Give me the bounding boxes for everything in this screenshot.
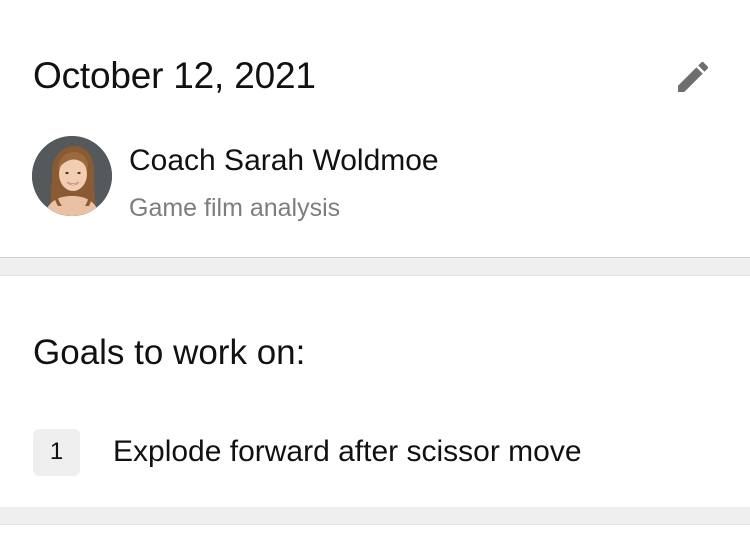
goal-text: Explode forward after scissor move bbox=[113, 435, 582, 468]
section-divider bbox=[0, 258, 750, 275]
goal-number-badge: 1 bbox=[33, 428, 80, 476]
goals-heading: Goals to work on: bbox=[33, 333, 306, 372]
edit-button[interactable] bbox=[668, 52, 718, 102]
pencil-icon bbox=[678, 61, 709, 92]
section-divider-bottom bbox=[0, 507, 750, 524]
session-subtitle: Game film analysis bbox=[129, 194, 341, 222]
session-card: October 12, 2021 Coach Sarah Woldmoe Gam… bbox=[0, 0, 750, 258]
session-date: October 12, 2021 bbox=[33, 55, 316, 96]
next-card bbox=[0, 524, 750, 539]
coach-name: Coach Sarah Woldmoe bbox=[129, 144, 439, 177]
goal-list-item: 1 Explode forward after scissor move bbox=[33, 428, 582, 476]
coach-avatar bbox=[32, 136, 112, 216]
coach-photo bbox=[32, 136, 112, 216]
